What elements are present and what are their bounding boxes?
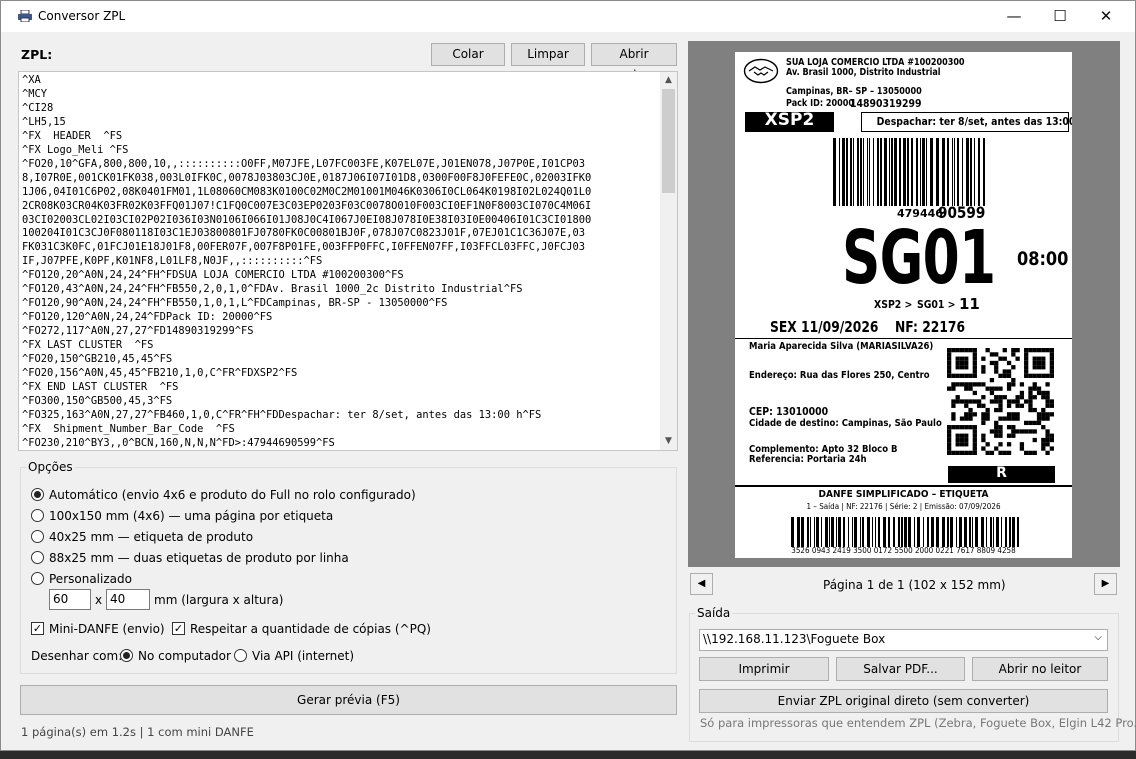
open-file-button[interactable]: Abrir arquivo... bbox=[591, 43, 677, 82]
radio-auto-label[interactable]: Automático (envio 4x6 e produto do Full … bbox=[49, 488, 416, 502]
route-sub-c: 11 bbox=[959, 295, 980, 313]
zpl-textarea[interactable]: ^XA ^MCY ^CI28 ^LH5,15 ^FX HEADER ^FS ^F… bbox=[18, 71, 678, 451]
company-city: Campinas, BR– SP – 13050000 bbox=[786, 86, 922, 97]
print-button[interactable]: Imprimir bbox=[699, 657, 829, 681]
save-pdf-button[interactable]: Salvar PDF... bbox=[836, 657, 965, 681]
preview-pane: SUA LOJA COMERCIO LTDA #100200300 Av. Br… bbox=[688, 41, 1120, 567]
prev-page-button[interactable]: ◀ bbox=[690, 573, 713, 595]
paste-button[interactable]: Colar bbox=[431, 43, 505, 66]
company-address: Av. Brasil 1000, Distrito Industrial bbox=[786, 67, 941, 78]
draw-with-label: Desenhar com: bbox=[31, 649, 123, 663]
radio-88x25-label[interactable]: 88x25 mm — duas etiquetas de produto por… bbox=[49, 551, 349, 565]
zpl-scrollbar[interactable]: ▲ ▼ bbox=[660, 72, 677, 450]
ship-date: SEX 11/09/2026 bbox=[770, 318, 879, 336]
recipient-cep: CEP: 13010000 bbox=[749, 405, 829, 418]
danfe-title: DANFE SIMPLIFICADO – ETIQUETA bbox=[818, 489, 989, 500]
r-tag: R bbox=[996, 465, 1007, 481]
zpl-hint: Só para impressoras que entendem ZPL (Ze… bbox=[700, 716, 1136, 730]
danfe-divider bbox=[735, 485, 1072, 487]
printer-select-value: \\192.168.11.123\Foguete Box bbox=[703, 632, 886, 646]
recipient-street: Endereço: Rua das Flores 250, Centro bbox=[749, 370, 930, 381]
zpl-code: ^XA ^MCY ^CI28 ^LH5,15 ^FX HEADER ^FS ^F… bbox=[22, 74, 592, 449]
title-bar: Conversor ZPL — ☐ ✕ bbox=[1, 1, 1135, 32]
chevron-down-icon: ⌵ bbox=[1094, 632, 1102, 643]
size-unit-label: mm (largura x altura) bbox=[154, 593, 284, 607]
window-title: Conversor ZPL bbox=[38, 9, 126, 23]
radio-custom-label[interactable]: Personalizado bbox=[49, 572, 132, 586]
minimize-button[interactable]: — bbox=[991, 1, 1037, 32]
scroll-up-icon[interactable]: ▲ bbox=[660, 72, 677, 89]
scroll-thumb[interactable] bbox=[662, 89, 675, 193]
mini-danfe-checkbox[interactable]: ✓ bbox=[31, 622, 44, 635]
danfe-info: 1 – Saída | NF: 22176 | Série: 2 | Emiss… bbox=[806, 502, 1001, 511]
radio-draw-api-label[interactable]: Via API (internet) bbox=[252, 649, 354, 663]
radio-draw-local[interactable] bbox=[120, 649, 133, 662]
route-code: SG01 bbox=[842, 215, 996, 301]
danfe-barcode bbox=[791, 517, 1019, 547]
radio-40x25-label[interactable]: 40x25 mm — etiqueta de produto bbox=[49, 530, 253, 544]
clear-button[interactable]: Limpar bbox=[511, 43, 585, 66]
app-printer-icon bbox=[18, 10, 32, 22]
generate-preview-button[interactable]: Gerar prévia (F5) bbox=[20, 685, 677, 715]
handshake-logo-icon bbox=[743, 58, 779, 84]
scroll-down-icon[interactable]: ▼ bbox=[660, 433, 677, 450]
recipient-reference: Referencia: Portaria 24h bbox=[749, 454, 867, 465]
recipient-city: Cidade de destino: Campinas, São Paulo bbox=[749, 418, 942, 429]
status-text: 1 página(s) em 1.2s | 1 com mini DANFE bbox=[21, 725, 254, 739]
open-reader-button[interactable]: Abrir no leitor bbox=[972, 657, 1108, 681]
dispatch-text: Despachar: ter 8/set, antes das 13:00 h bbox=[876, 115, 1072, 128]
shipment-barcode bbox=[833, 138, 985, 206]
radio-auto[interactable] bbox=[31, 488, 44, 501]
printer-select[interactable]: \\192.168.11.123\Foguete Box ⌵ bbox=[699, 629, 1108, 651]
close-button[interactable]: ✕ bbox=[1083, 1, 1129, 32]
qr-code bbox=[947, 348, 1054, 455]
send-zpl-button[interactable]: Enviar ZPL original direto (sem converte… bbox=[699, 689, 1108, 713]
main-window: Conversor ZPL — ☐ ✕ ZPL: Colar Limpar Ab… bbox=[0, 0, 1136, 751]
divider-line bbox=[735, 338, 1072, 339]
mini-danfe-label[interactable]: Mini-DANFE (envio) bbox=[49, 622, 165, 636]
route-time: 08:00 bbox=[1017, 248, 1069, 270]
maximize-button[interactable]: ☐ bbox=[1037, 1, 1083, 32]
pack-id: Pack ID: 20000 bbox=[786, 98, 854, 109]
radio-100x150[interactable] bbox=[31, 509, 44, 522]
radio-88x25[interactable] bbox=[31, 551, 44, 564]
next-page-button[interactable]: ▶ bbox=[1094, 573, 1117, 595]
output-title: Saída bbox=[695, 606, 733, 620]
respect-copies-label[interactable]: Respeitar a quantidade de cópias (^PQ) bbox=[190, 622, 431, 636]
height-input[interactable]: 40 bbox=[106, 589, 150, 610]
zpl-label: ZPL: bbox=[21, 47, 53, 62]
danfe-key: 3526 0943 2419 3500 0172 5500 2000 0221 … bbox=[791, 546, 1016, 555]
nf-number: NF: 22176 bbox=[895, 318, 966, 336]
radio-draw-local-label[interactable]: No computador bbox=[138, 649, 231, 663]
page-info: Página 1 de 1 (102 x 152 mm) bbox=[823, 578, 1006, 592]
radio-40x25[interactable] bbox=[31, 530, 44, 543]
times-label: x bbox=[95, 593, 103, 607]
route-sub-a: XSP2 > bbox=[874, 298, 913, 311]
radio-custom[interactable] bbox=[31, 572, 44, 585]
shipping-label: SUA LOJA COMERCIO LTDA #100200300 Av. Br… bbox=[735, 52, 1072, 558]
width-input[interactable]: 60 bbox=[49, 589, 91, 610]
pack-number: 14890319299 bbox=[850, 97, 922, 110]
route-sub-b: SG01 > bbox=[917, 298, 956, 311]
radio-draw-api[interactable] bbox=[234, 649, 247, 662]
respect-copies-checkbox[interactable]: ✓ bbox=[172, 622, 185, 635]
options-title: Opções bbox=[26, 460, 75, 474]
recipient-name: Maria Aparecida Silva (MARIASILVA26) bbox=[749, 341, 934, 352]
radio-100x150-label[interactable]: 100x150 mm (4x6) — uma página por etique… bbox=[49, 509, 333, 523]
cluster-code: XSP2 bbox=[764, 110, 815, 130]
